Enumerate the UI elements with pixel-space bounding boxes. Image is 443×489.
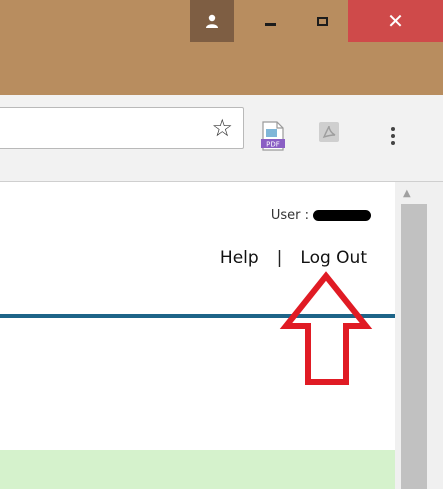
close-button[interactable]: ✕ xyxy=(348,0,443,42)
help-link[interactable]: Help xyxy=(220,248,259,268)
acrobat-icon xyxy=(319,122,339,142)
window-titlebar: ✕ xyxy=(0,0,443,95)
minimize-icon xyxy=(264,22,276,26)
close-icon: ✕ xyxy=(387,9,404,33)
person-icon xyxy=(206,14,218,28)
address-bar[interactable]: ☆ xyxy=(0,107,244,149)
header-links: Help | Log Out xyxy=(220,248,367,268)
maximize-icon xyxy=(316,16,328,26)
pdf-label: PDF xyxy=(266,141,280,149)
vertical-scrollbar[interactable]: ▲ xyxy=(395,182,443,489)
pdf-document-icon: PDF xyxy=(261,121,285,151)
acrobat-extension-button[interactable] xyxy=(318,121,340,147)
user-info: User : xyxy=(271,208,371,223)
minimize-button[interactable] xyxy=(248,0,292,42)
scroll-thumb[interactable] xyxy=(401,204,427,489)
logout-link[interactable]: Log Out xyxy=(300,248,367,268)
scroll-up-icon[interactable]: ▲ xyxy=(403,188,411,199)
redacted-username xyxy=(313,210,371,221)
browser-toolbar: ☆ PDF xyxy=(0,95,443,182)
annotation-up-arrow-icon xyxy=(279,271,373,385)
pdf-extension-button[interactable]: PDF xyxy=(260,121,286,155)
star-icon[interactable]: ☆ xyxy=(211,113,233,143)
maximize-button[interactable] xyxy=(300,0,344,42)
profile-button[interactable] xyxy=(190,0,234,42)
green-banner xyxy=(0,450,395,489)
user-label: User : xyxy=(270,208,309,223)
vertical-dots-icon[interactable] xyxy=(388,127,398,148)
link-separator: | xyxy=(276,248,283,268)
